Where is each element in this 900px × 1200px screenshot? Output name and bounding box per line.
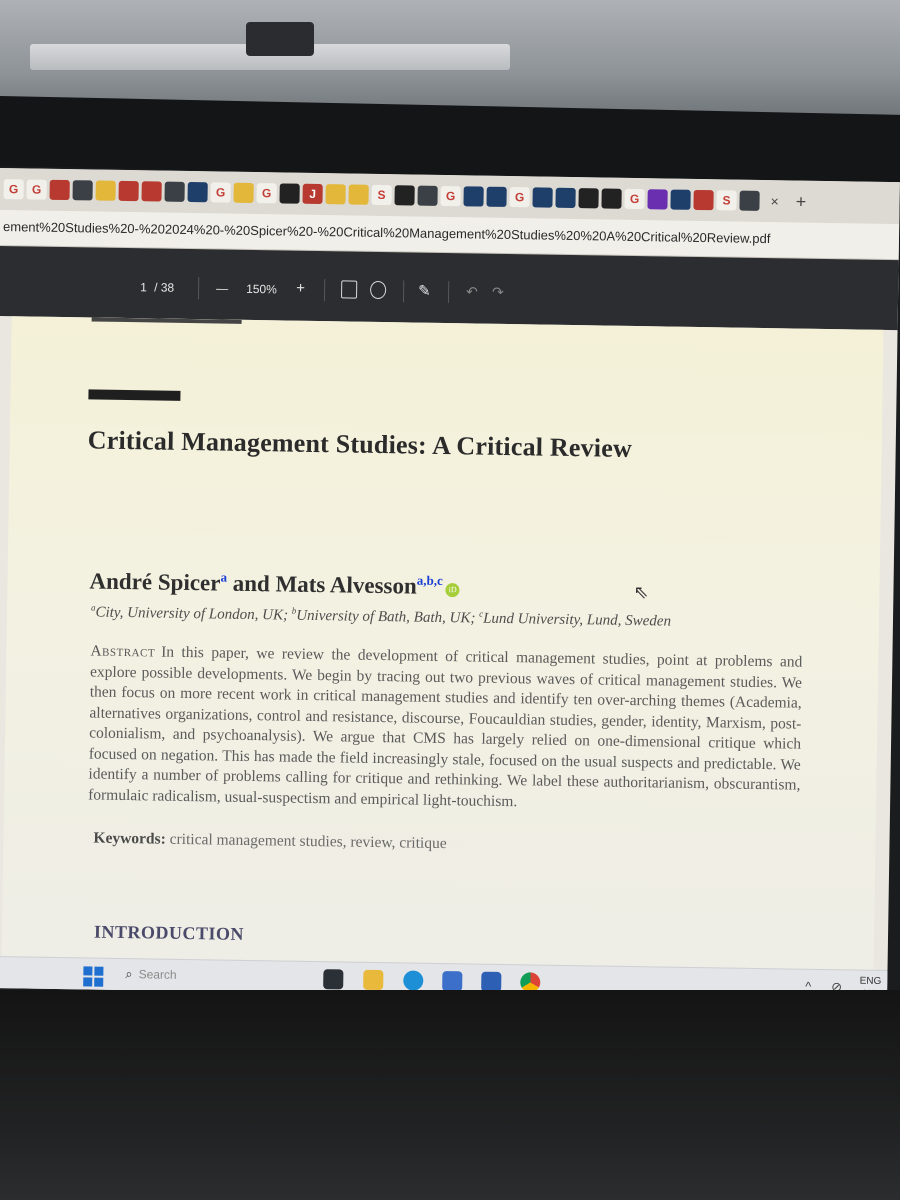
site-icon[interactable] [739, 190, 760, 211]
abstract-label: Abstract [90, 642, 156, 661]
g-icon[interactable]: G [624, 188, 645, 210]
site-icon[interactable] [72, 180, 93, 201]
shield-icon[interactable] [49, 179, 70, 201]
new-tab-button[interactable]: + [796, 191, 807, 212]
g-icon[interactable]: G [440, 185, 461, 207]
s-icon[interactable]: S [716, 190, 737, 211]
zoom-out-button[interactable]: — [216, 281, 228, 295]
affiliation-marker[interactable]: a,b,c [417, 573, 443, 588]
edge-icon[interactable] [403, 970, 424, 991]
url-text: ement%20Studies%20-%202024%20-%20Spicer%… [2, 219, 771, 247]
redo-button[interactable]: ↷ [492, 284, 504, 301]
site-icon[interactable] [164, 181, 185, 202]
monitor-screen: G G G G J S G G G S × + ement%20Studies%20-%202024%… [0, 168, 900, 1003]
s-icon[interactable]: S [371, 184, 392, 206]
author-name: Mats Alvesson [275, 571, 417, 599]
site-icon[interactable] [233, 182, 254, 203]
zoom-level[interactable]: 150% [246, 282, 277, 296]
monitor-bottom-bezel [0, 990, 900, 1200]
site-icon[interactable] [118, 180, 139, 202]
g-icon[interactable]: G [3, 179, 24, 200]
site-icon[interactable] [670, 189, 691, 210]
fit-page-icon[interactable] [340, 280, 358, 299]
search-placeholder: Search [138, 967, 177, 982]
abstract: Abstract In this paper, we review the dev… [88, 641, 802, 816]
site-icon[interactable] [601, 188, 622, 209]
site-icon[interactable] [417, 185, 438, 206]
close-tab-icon[interactable]: × [770, 193, 778, 209]
projector [246, 22, 314, 56]
author-line: André Spicera and Mats Alvessona,b,ciD [89, 567, 460, 600]
affiliation-b: University of Bath, Bath, UK; [296, 607, 480, 627]
toolbar-divider [447, 281, 450, 304]
zoom-in-button[interactable]: + [296, 280, 305, 297]
affiliation-c: Lund University, Lund, Sweden [483, 610, 672, 630]
toolbar-divider [323, 279, 326, 302]
section-heading: INTRODUCTION [93, 921, 245, 944]
toolbar-divider [402, 280, 405, 303]
g-icon[interactable]: G [509, 187, 530, 208]
keywords: Keywords: critical management studies, r… [93, 830, 446, 854]
site-icon[interactable] [555, 187, 576, 209]
site-icon[interactable] [647, 189, 668, 210]
mouse-cursor-icon: ⇖ [633, 582, 649, 603]
document-title: Critical Management Studies: A Critical … [87, 425, 633, 463]
language-code: ENG [859, 975, 882, 987]
rotate-icon[interactable] [369, 280, 387, 300]
pdf-page: Critical Management Studies: A Critical … [1, 316, 884, 970]
draw-icon[interactable]: ✎ [418, 282, 431, 300]
g-icon[interactable]: G [210, 182, 231, 203]
site-icon[interactable] [463, 186, 484, 207]
affiliation-a: City, University of London, UK; [95, 604, 292, 624]
site-icon[interactable] [578, 188, 599, 209]
g-icon[interactable]: G [26, 179, 47, 200]
author-conjunction: and [226, 570, 276, 597]
site-icon[interactable] [532, 187, 553, 208]
page-total: / 38 [154, 280, 175, 295]
keywords-text: critical management studies, review, cri… [165, 830, 447, 853]
site-icon[interactable] [279, 183, 300, 204]
site-icon[interactable] [348, 184, 369, 205]
site-icon[interactable] [486, 186, 507, 207]
abstract-text: In this paper, we review the development… [88, 643, 803, 810]
author-name: André Spicer [89, 568, 221, 596]
site-icon[interactable] [187, 181, 208, 203]
site-icon[interactable] [141, 181, 162, 202]
file-explorer-icon[interactable] [363, 969, 384, 991]
g-icon[interactable]: G [256, 183, 277, 204]
keywords-label: Keywords: [93, 829, 166, 848]
shield-icon[interactable] [693, 189, 714, 211]
site-icon[interactable] [95, 180, 116, 201]
store-icon[interactable] [442, 971, 463, 992]
windows-start-icon[interactable] [83, 966, 104, 987]
site-icon[interactable] [325, 184, 346, 205]
site-icon[interactable]: J [302, 183, 323, 205]
taskbar-search[interactable]: ⌕ Search [125, 966, 177, 983]
site-icon[interactable] [394, 185, 415, 206]
title-rule [88, 389, 181, 401]
word-icon[interactable] [481, 971, 502, 992]
search-icon: ⌕ [125, 966, 133, 982]
affiliations: aCity, University of London, UK; bUniver… [91, 602, 671, 630]
page-number-input[interactable]: 1 [140, 280, 147, 294]
undo-button[interactable]: ↶ [466, 283, 478, 300]
task-view-icon[interactable] [323, 969, 344, 990]
orcid-icon[interactable]: iD [445, 583, 460, 598]
toolbar-divider [197, 277, 200, 300]
